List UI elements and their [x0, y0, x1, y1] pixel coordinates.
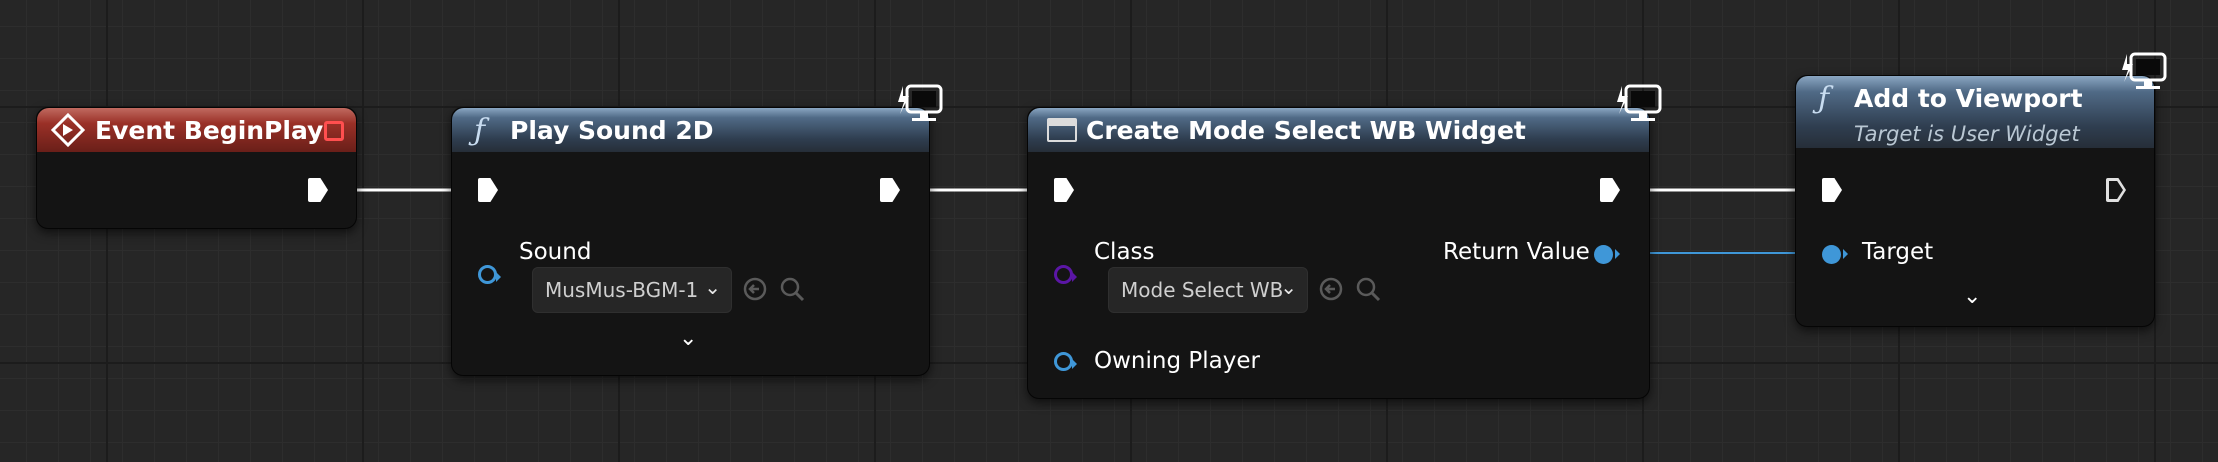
browse-asset-icon[interactable]	[779, 276, 805, 302]
exec-in-pin[interactable]	[478, 178, 498, 202]
create-widget-node[interactable]: Create Mode Select WB Widget Class Mode …	[1027, 107, 1650, 399]
class-label: Class	[1094, 239, 1155, 265]
widget-icon	[1047, 118, 1077, 142]
exec-out-pin[interactable]	[1600, 178, 1620, 202]
play-sound-2d-node[interactable]: ƒ Play Sound 2D Sound MusMus-BGM-1 ⌄ ⌄	[451, 107, 930, 376]
exec-out-pin[interactable]	[880, 178, 900, 202]
node-subtitle: Target is User Widget	[1854, 122, 2080, 146]
expand-chevron-icon[interactable]: ⌄	[1963, 284, 1981, 309]
use-selected-asset-icon[interactable]	[742, 276, 768, 302]
network-execution-icon	[1617, 84, 1662, 121]
node-header: Event BeginPlay	[37, 108, 356, 152]
exec-in-pin[interactable]	[1822, 178, 1842, 202]
node-title: Event BeginPlay	[95, 116, 324, 145]
node-header: Create Mode Select WB Widget	[1028, 108, 1649, 152]
chevron-down-icon: ⌄	[704, 275, 721, 299]
class-dropdown[interactable]: Mode Select WB ⌄	[1108, 267, 1308, 313]
class-value: Mode Select WB	[1121, 278, 1284, 302]
network-execution-icon	[2122, 52, 2167, 89]
target-pin[interactable]	[1822, 245, 1848, 264]
sound-label: Sound	[519, 239, 592, 265]
browse-asset-icon[interactable]	[1355, 276, 1381, 302]
sound-asset-value: MusMus-BGM-1	[545, 278, 699, 302]
chevron-down-icon: ⌄	[1280, 275, 1297, 299]
owning-player-pin[interactable]	[1054, 352, 1077, 371]
function-icon: ƒ	[1818, 81, 1830, 116]
exec-out-pin[interactable]	[308, 178, 328, 202]
event-beginplay-node[interactable]: Event BeginPlay	[36, 107, 357, 229]
return-value-label: Return Value	[1443, 239, 1590, 265]
return-value-pin[interactable]	[1594, 245, 1620, 264]
class-pin[interactable]	[1054, 265, 1077, 284]
target-label: Target	[1862, 239, 1934, 265]
network-execution-icon	[898, 84, 943, 121]
exec-in-pin[interactable]	[1054, 178, 1074, 202]
event-diamond-icon	[51, 113, 85, 147]
node-title: Create Mode Select WB Widget	[1086, 116, 1526, 145]
node-title: Play Sound 2D	[510, 116, 714, 145]
node-title: Add to Viewport	[1854, 84, 2083, 113]
add-to-viewport-node[interactable]: ƒ Add to Viewport Target is User Widget …	[1795, 75, 2155, 327]
use-selected-asset-icon[interactable]	[1318, 276, 1344, 302]
exec-out-pin[interactable]	[2106, 178, 2126, 202]
sound-asset-dropdown[interactable]: MusMus-BGM-1 ⌄	[532, 267, 732, 313]
sound-pin[interactable]	[478, 265, 501, 284]
owning-player-label: Owning Player	[1094, 348, 1260, 374]
stop-icon	[324, 121, 344, 141]
expand-chevron-icon[interactable]: ⌄	[679, 326, 697, 351]
function-icon: ƒ	[474, 113, 486, 148]
node-header: ƒ Add to Viewport Target is User Widget	[1796, 76, 2154, 148]
node-header: ƒ Play Sound 2D	[452, 108, 929, 152]
